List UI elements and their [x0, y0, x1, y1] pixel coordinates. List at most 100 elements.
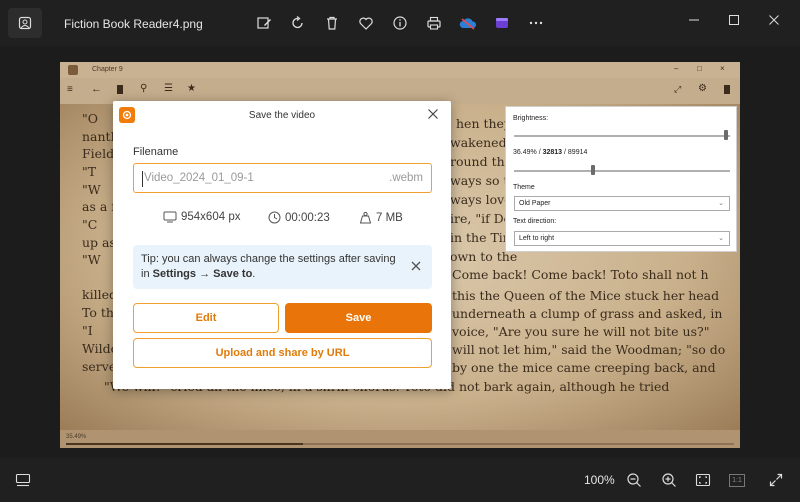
clock-icon	[268, 211, 281, 224]
reader-maximize-icon: □	[697, 64, 702, 73]
book-line-right: underneath a clump of grass and asked, i…	[452, 306, 723, 321]
dialog-title: Save the video	[248, 110, 316, 121]
chevron-down-icon: ⌄	[718, 235, 724, 242]
info-icon[interactable]	[391, 14, 409, 32]
minimize-icon[interactable]	[682, 10, 706, 30]
book-line-right: in the Tin	[450, 230, 511, 245]
zoom-level: 100%	[584, 473, 615, 487]
book-line: Field	[82, 146, 115, 161]
text-direction-value: Left to right	[519, 235, 555, 242]
resolution-info: 954x604 px	[163, 211, 240, 223]
book-line-right: round the	[450, 154, 513, 169]
position-current: 32813	[542, 149, 563, 156]
book-line: "W	[82, 252, 101, 267]
book-line: serve	[82, 359, 117, 374]
reader-status-bar: 35.49%	[60, 430, 740, 448]
reader-settings-panel: Brightness: 36.49% / 32813 / 89914 Theme…	[505, 106, 737, 252]
size-value: 7 MB	[376, 211, 403, 224]
reader-settings-icon: ⚙	[698, 83, 707, 94]
file-extension: .webm	[389, 172, 423, 184]
reader-contents-icon: ☰	[164, 83, 173, 94]
bottom-bar: 100% 1:1	[0, 458, 800, 502]
favorite-icon[interactable]	[357, 14, 375, 32]
window-title: Fiction Book Reader4.png	[64, 17, 203, 31]
upload-share-button[interactable]: Upload and share by URL	[133, 338, 432, 368]
reader-title-bar: Chapter 9 – □ ×	[60, 62, 740, 78]
filename-label: Filename	[133, 146, 179, 158]
zoom-out-icon[interactable]	[624, 470, 644, 490]
more-icon[interactable]	[527, 14, 545, 32]
title-bar: Fiction Book Reader4.png	[0, 0, 800, 46]
text-direction-label: Text direction:	[513, 218, 557, 225]
resolution-value: 954x604 px	[181, 211, 241, 223]
close-icon[interactable]	[762, 10, 786, 30]
position-slider	[514, 170, 730, 172]
photos-app-icon[interactable]	[8, 8, 42, 38]
brightness-slider	[514, 135, 730, 137]
rotate-icon[interactable]	[289, 14, 307, 32]
maximize-icon[interactable]	[722, 10, 746, 30]
book-line-right: will not let him," said the Woodman; "so…	[452, 342, 726, 357]
save-video-dialog: Save the video Filename Video_2024_01_09…	[113, 101, 451, 389]
brightness-slider-thumb	[723, 130, 728, 140]
reader-app-icon	[68, 65, 78, 75]
dialog-close-icon[interactable]	[425, 106, 441, 122]
onedrive-icon[interactable]	[459, 14, 477, 32]
tip-close-icon[interactable]	[410, 260, 422, 272]
zoom-in-icon[interactable]	[659, 470, 679, 490]
book-line: "W	[82, 182, 101, 197]
resolution-icon	[163, 211, 177, 223]
tip-text: Tip: you can always change the settings …	[141, 253, 396, 280]
duration-info: 00:00:23	[268, 211, 330, 224]
reader-chapter-title: Chapter 9	[92, 66, 123, 73]
reader-menu-icon: ≡	[67, 84, 73, 95]
book-line-right: ways so t	[450, 173, 509, 188]
reader-progress-bar	[66, 443, 734, 445]
print-icon[interactable]	[425, 14, 443, 32]
book-line: "T	[82, 164, 97, 179]
fullscreen-icon[interactable]	[766, 470, 786, 490]
position-slider-thumb	[590, 165, 595, 175]
reader-minimize-icon: –	[674, 64, 679, 73]
brightness-label: Brightness:	[513, 115, 549, 122]
save-button[interactable]: Save	[285, 303, 432, 333]
position-readout: 36.49% / 32813 / 89914	[513, 149, 588, 156]
actual-size-icon[interactable]: 1:1	[727, 470, 747, 490]
reader-fullscreen-icon: ⤢	[674, 84, 682, 94]
reader-progress-fill	[66, 443, 304, 445]
book-line: killed	[82, 287, 117, 302]
text-caret	[142, 171, 143, 187]
position-total: 89914	[567, 149, 588, 156]
tip-settings: Settings	[152, 268, 197, 280]
book-line-right: by one the mice came creeping back, and	[452, 360, 716, 375]
delete-icon[interactable]	[323, 14, 341, 32]
theme-label: Theme	[513, 184, 535, 191]
book-line: To th	[82, 305, 114, 320]
reader-star-icon: ★	[187, 83, 196, 94]
book-line-right: voice, "Are you sure he will not bite us…	[452, 324, 710, 339]
reader-search-icon: ⚲	[140, 83, 148, 94]
book-line: as a f	[82, 199, 116, 214]
reader-bookmark-icon	[117, 85, 123, 94]
filmstrip-icon[interactable]	[13, 470, 33, 490]
edit-image-icon[interactable]	[255, 14, 273, 32]
book-line: "I	[82, 323, 93, 338]
fit-to-window-icon[interactable]	[693, 470, 713, 490]
reader-close-icon: ×	[720, 64, 725, 73]
chevron-down-icon: ⌄	[718, 200, 724, 207]
book-line-right: ways love	[450, 192, 512, 207]
book-line: "C	[82, 217, 98, 232]
filename-value: Video_2024_01_09-1	[144, 172, 254, 184]
filename-input[interactable]: Video_2024_01_09-1 .webm	[133, 163, 432, 193]
edit-button[interactable]: Edit	[133, 303, 279, 333]
tip-save-to: Save to	[213, 268, 253, 280]
text-direction-select: Left to right ⌄	[514, 231, 730, 246]
book-line-right: Come back! Come back! Toto shall not h	[452, 267, 709, 282]
book-line-right: this the Queen of the Mice stuck her hea…	[452, 288, 720, 303]
clipchamp-icon[interactable]	[493, 14, 511, 32]
size-info: 7 MB	[359, 211, 403, 224]
theme-select: Old Paper ⌄	[514, 196, 730, 211]
reader-progress-percent: 35.49%	[66, 434, 87, 440]
duration-value: 00:00:23	[285, 211, 330, 224]
book-line: up as	[82, 235, 116, 250]
